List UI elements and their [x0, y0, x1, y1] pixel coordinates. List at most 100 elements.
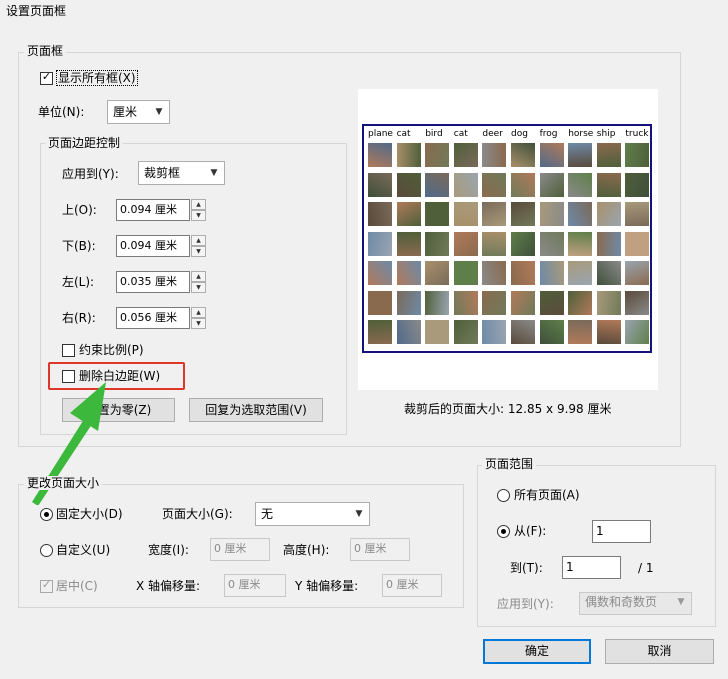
custom-size-label: 自定义(U) [56, 543, 111, 557]
preview-thumbnail [568, 172, 593, 197]
left-margin-input[interactable]: 0.035 厘米 [116, 271, 190, 293]
right-margin-input[interactable]: 0.056 厘米 [116, 307, 190, 329]
preview-thumbnail [368, 290, 392, 315]
constrain-proportions-checkbox[interactable] [62, 344, 75, 357]
preview-thumbnail [625, 143, 650, 167]
right-margin-label: 右(R): [62, 311, 96, 325]
preview-thumbnail [539, 231, 564, 256]
preview-thumbnail [596, 290, 621, 315]
margin-apply-to-value: 裁剪框 [144, 166, 181, 180]
preview-thumbnail [482, 202, 507, 226]
preview-thumbnail [511, 261, 535, 285]
preview-thumbnail [368, 261, 392, 285]
width-input[interactable]: 0 厘米 [210, 538, 270, 561]
class-label-deer: deer [482, 129, 503, 139]
preview-thumbnail [453, 320, 478, 344]
y-offset-value: 0 厘米 [386, 578, 419, 591]
unit-select[interactable]: 厘米 ▼ [107, 100, 170, 124]
y-offset-input[interactable]: 0 厘米 [382, 574, 442, 597]
margin-apply-to-select[interactable]: 裁剪框 ▼ [138, 161, 225, 185]
preview-thumbnail [425, 320, 450, 344]
page-size-select[interactable]: 无 ▼ [255, 502, 370, 526]
preview-thumbnail [368, 143, 392, 167]
constrain-proportions-label: 约束比例(P) [79, 343, 144, 357]
preview-thumbnail [568, 143, 593, 167]
preview-thumbnail [396, 261, 421, 285]
bottom-margin-value: 0.094 厘米 [120, 239, 177, 252]
preview-thumbnail [425, 172, 450, 197]
class-label-truck: truck [625, 129, 649, 139]
spin-up-icon[interactable]: ▲ [191, 199, 206, 210]
to-page-input[interactable]: 1 [562, 556, 621, 579]
checkmark-icon: ✓ [41, 578, 52, 591]
all-pages-radio[interactable] [497, 489, 510, 502]
spin-down-icon[interactable]: ▼ [191, 246, 206, 257]
preview-thumbnail [625, 320, 650, 344]
fixed-size-radio[interactable] [40, 508, 53, 521]
custom-size-radio[interactable] [40, 544, 53, 557]
cropped-size-caption: 裁剪后的页面大小: 12.85 x 9.98 厘米 [404, 402, 612, 416]
preview-thumbnail [453, 202, 478, 226]
revert-to-selection-button[interactable]: 回复为选取范围(V) [189, 398, 323, 422]
preview-thumbnail [396, 231, 421, 256]
preview-thumbnail [482, 290, 507, 315]
preview-thumbnail [482, 320, 507, 344]
spin-down-icon[interactable]: ▼ [191, 318, 206, 329]
preview-thumbnail [511, 320, 535, 344]
left-margin-spinner[interactable]: ▲ ▼ [191, 271, 206, 293]
class-label-frog: frog [539, 129, 558, 139]
center-label: 居中(C) [56, 579, 98, 593]
top-margin-input[interactable]: 0.094 厘米 [116, 199, 190, 221]
range-apply-to-select[interactable]: 偶数和奇数页 ▼ [579, 592, 692, 615]
preview-thumbnail [425, 143, 450, 167]
preview-thumbnail [596, 143, 621, 167]
unit-select-value: 厘米 [113, 105, 138, 119]
class-label-horse: horse [568, 129, 594, 139]
center-checkbox[interactable]: ✓ [40, 578, 53, 593]
preview-thumbnail [482, 261, 507, 285]
preview-thumbnail [539, 261, 564, 285]
class-label-plane: plane [368, 129, 393, 139]
top-margin-spinner[interactable]: ▲ ▼ [191, 199, 206, 221]
preview-thumbnail [568, 202, 593, 226]
preview-thumbnail [539, 320, 564, 344]
bottom-margin-input[interactable]: 0.094 厘米 [116, 235, 190, 257]
from-radio[interactable] [497, 525, 510, 538]
height-input[interactable]: 0 厘米 [350, 538, 410, 561]
spin-up-icon[interactable]: ▲ [191, 235, 206, 246]
preview-thumbnail [511, 143, 535, 167]
margin-control-title: 页面边距控制 [45, 136, 124, 150]
bottom-margin-spinner[interactable]: ▲ ▼ [191, 235, 206, 257]
preview-thumbnail [625, 290, 650, 315]
preview-thumbnail [596, 231, 621, 256]
x-offset-input[interactable]: 0 厘米 [224, 574, 286, 597]
from-label: 从(F): [514, 524, 547, 538]
cancel-button[interactable]: 取消 [605, 639, 714, 664]
ok-button[interactable]: 确定 [483, 639, 591, 664]
preview-thumbnail [568, 320, 593, 344]
from-page-input[interactable]: 1 [592, 520, 651, 543]
top-margin-value: 0.094 厘米 [120, 203, 177, 216]
spin-up-icon[interactable]: ▲ [191, 307, 206, 318]
to-label: 到(T): [510, 561, 543, 575]
preview-thumbnail [368, 172, 392, 197]
show-all-boxes-checkbox[interactable]: ✓ [40, 70, 53, 85]
page-range-group-title: 页面范围 [482, 457, 537, 471]
spin-down-icon[interactable]: ▼ [191, 282, 206, 293]
x-offset-label: X 轴偏移量: [136, 579, 201, 593]
y-offset-label: Y 轴偏移量: [295, 579, 359, 593]
preview-pane: plane cat bird cat deer dog frog horse ship truck [358, 89, 658, 390]
spin-up-icon[interactable]: ▲ [191, 271, 206, 282]
class-label-cat: cat [453, 129, 468, 139]
right-margin-spinner[interactable]: ▲ ▼ [191, 307, 206, 329]
page-size-group-title: 更改页面大小 [24, 476, 103, 490]
to-page-value: 1 [566, 560, 574, 574]
range-apply-to-label: 应用到(Y): [497, 597, 554, 611]
class-label-cat: cat [396, 129, 411, 139]
from-page-value: 1 [596, 524, 604, 538]
radio-dot [44, 512, 49, 517]
preview-thumbnail [368, 202, 392, 226]
spin-down-icon[interactable]: ▼ [191, 210, 206, 221]
preview-thumbnail [596, 320, 621, 344]
preview-thumbnail [425, 202, 450, 226]
